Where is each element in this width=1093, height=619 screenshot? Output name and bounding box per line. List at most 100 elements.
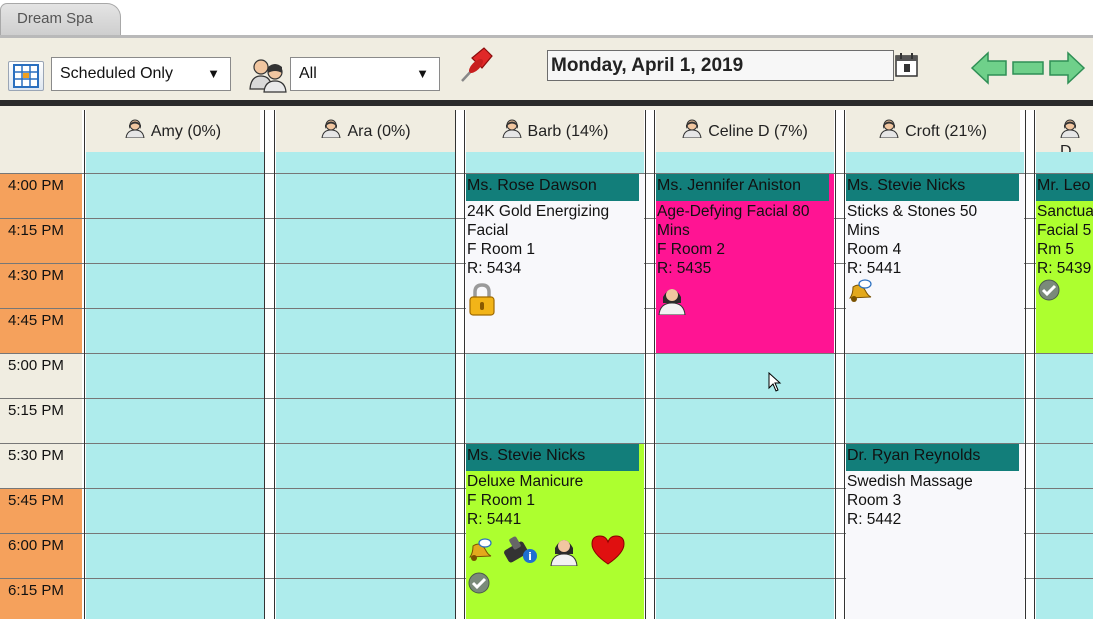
bell-icon[interactable] xyxy=(847,278,873,309)
appointment-ref: R: 5439 xyxy=(1037,260,1092,277)
appointment-ref: R: 5435 xyxy=(657,260,712,277)
previous-day-arrow-icon[interactable] xyxy=(970,50,1008,90)
column-amy[interactable] xyxy=(86,152,264,619)
appointment-room: Room 3 xyxy=(847,492,902,509)
grid-line xyxy=(0,353,1093,354)
grid-line xyxy=(645,110,646,619)
chevron-down-icon: ▼ xyxy=(416,66,429,81)
appointment-service: Sanctua xyxy=(1037,203,1093,220)
layout-toggle-button[interactable] xyxy=(8,61,44,91)
grid-line xyxy=(844,110,845,619)
check-icon[interactable] xyxy=(1037,278,1061,307)
time-slot-label: 4:00 PM xyxy=(0,173,82,218)
appointment-client: Ms. Stevie Nicks xyxy=(846,174,1019,201)
staff-header-croft[interactable]: Croft (21%) xyxy=(846,110,1020,152)
staff-name: Celine D (7%) xyxy=(708,123,808,140)
time-slot-label: 6:15 PM xyxy=(0,578,82,619)
heart-icon[interactable] xyxy=(589,534,627,571)
appointment-client: Dr. Ryan Reynolds xyxy=(846,444,1019,471)
tab-dream-spa[interactable]: Dream Spa xyxy=(0,3,121,37)
check-icon[interactable] xyxy=(467,572,491,599)
person-icon[interactable] xyxy=(657,283,687,320)
time-slot-label: 5:00 PM xyxy=(0,353,82,398)
phone-info-icon[interactable]: i xyxy=(503,535,539,570)
schedule-filter-select[interactable]: Scheduled Only ▼ xyxy=(51,57,231,91)
appointment-service-cont: Facial 5 xyxy=(1037,222,1092,239)
time-slot-label: 5:15 PM xyxy=(0,398,82,443)
appointment-leo[interactable]: Mr. Leo Sanctua Facial 5 Rm 5 R: 5439 xyxy=(1036,174,1093,353)
time-slot-label: 5:30 PM xyxy=(0,443,82,488)
pushpin-icon[interactable] xyxy=(458,44,496,88)
grid-line xyxy=(84,110,85,619)
appointment-stevie-nicks-barb[interactable]: Ms. Stevie Nicks Deluxe Manicure F Room … xyxy=(466,444,644,619)
lock-icon[interactable] xyxy=(467,283,497,322)
time-slot-label: 4:30 PM xyxy=(0,263,82,308)
appointment-service: Sticks & Stones 50 xyxy=(847,203,978,220)
time-slot-label: 5:45 PM xyxy=(0,488,82,533)
appointment-client: Ms. Stevie Nicks xyxy=(466,444,639,471)
appointment-service-cont: Mins xyxy=(847,222,880,239)
layout-grid-icon xyxy=(13,64,39,88)
svg-text:i: i xyxy=(528,550,532,563)
appointment-service: Age-Defying Facial 80 xyxy=(657,203,810,220)
time-header xyxy=(0,110,82,152)
calendar-icon[interactable] xyxy=(895,52,919,82)
staff-header-celine[interactable]: Celine D (7%) xyxy=(656,110,834,152)
person-icon xyxy=(879,118,899,143)
time-slot-label: 6:00 PM xyxy=(0,533,82,578)
grid-line xyxy=(1034,110,1035,619)
staff-name: Croft (21%) xyxy=(905,123,987,140)
time-header-spacer xyxy=(0,152,82,173)
staff-header-d[interactable]: D xyxy=(1036,110,1093,160)
staff-header-barb[interactable]: Barb (14%) xyxy=(466,110,644,152)
staff-header-ara[interactable]: Ara (0%) xyxy=(276,110,456,152)
column-ara[interactable] xyxy=(276,152,456,619)
staff-filter-value: All xyxy=(299,65,317,82)
appointment-ryan-reynolds[interactable]: Dr. Ryan Reynolds Swedish Massage Room 3… xyxy=(846,444,1024,619)
date-display[interactable]: Monday, April 1, 2019 xyxy=(547,50,894,81)
bell-icon[interactable] xyxy=(467,537,493,568)
appointment-ref: R: 5441 xyxy=(467,511,522,528)
appointment-client: Ms. Jennifer Aniston xyxy=(656,174,829,201)
time-slot-label: 4:45 PM xyxy=(0,308,82,353)
person-icon xyxy=(321,118,342,143)
appointment-rose-dawson[interactable]: Ms. Rose Dawson 24K Gold Energizing Faci… xyxy=(466,174,644,353)
next-day-arrow-icon[interactable] xyxy=(1048,50,1086,90)
staff-name: Barb (14%) xyxy=(527,123,609,140)
appointment-service: 24K Gold Energizing xyxy=(467,203,610,220)
staff-name: Ara (0%) xyxy=(347,123,411,140)
grid-line xyxy=(264,110,265,619)
staff-name: Amy (0%) xyxy=(150,123,222,140)
chevron-down-icon: ▼ xyxy=(207,66,220,81)
appointment-ref: R: 5441 xyxy=(847,260,902,277)
appointment-ref: R: 5442 xyxy=(847,511,902,528)
grid-line xyxy=(464,110,465,619)
grid-line xyxy=(835,110,836,619)
person-icon xyxy=(1060,118,1080,143)
appointment-room: F Room 2 xyxy=(657,241,726,258)
appointment-room: Room 4 xyxy=(847,241,902,258)
grid-line xyxy=(0,398,1093,399)
tab-strip xyxy=(0,0,1093,36)
appointment-service: Swedish Massage xyxy=(847,473,973,490)
appointment-jennifer-aniston[interactable]: Ms. Jennifer Aniston Age-Defying Facial … xyxy=(656,174,834,353)
appointment-room: Rm 5 xyxy=(1037,241,1075,258)
grid-line xyxy=(654,110,655,619)
person-icon xyxy=(682,118,702,143)
person-icon xyxy=(501,118,522,143)
staff-header-amy[interactable]: Amy (0%) xyxy=(86,110,260,152)
appointment-client: Ms. Rose Dawson xyxy=(466,174,639,201)
today-bar-icon[interactable] xyxy=(1012,58,1046,82)
time-slot-label: 4:15 PM xyxy=(0,218,82,263)
appointment-stevie-nicks-croft[interactable]: Ms. Stevie Nicks Sticks & Stones 50 Mins… xyxy=(846,174,1024,353)
mouse-cursor-icon xyxy=(768,371,782,396)
grid-line xyxy=(455,110,456,619)
appointment-service-cont: Facial xyxy=(467,222,509,239)
person-icon xyxy=(125,118,145,143)
appointment-service-cont: Mins xyxy=(657,222,690,239)
grid-line xyxy=(274,110,275,619)
appointment-room: F Room 1 xyxy=(467,241,536,258)
appointment-ref: R: 5434 xyxy=(467,260,522,277)
person-icon[interactable] xyxy=(549,534,579,571)
staff-filter-select[interactable]: All ▼ xyxy=(290,57,440,91)
